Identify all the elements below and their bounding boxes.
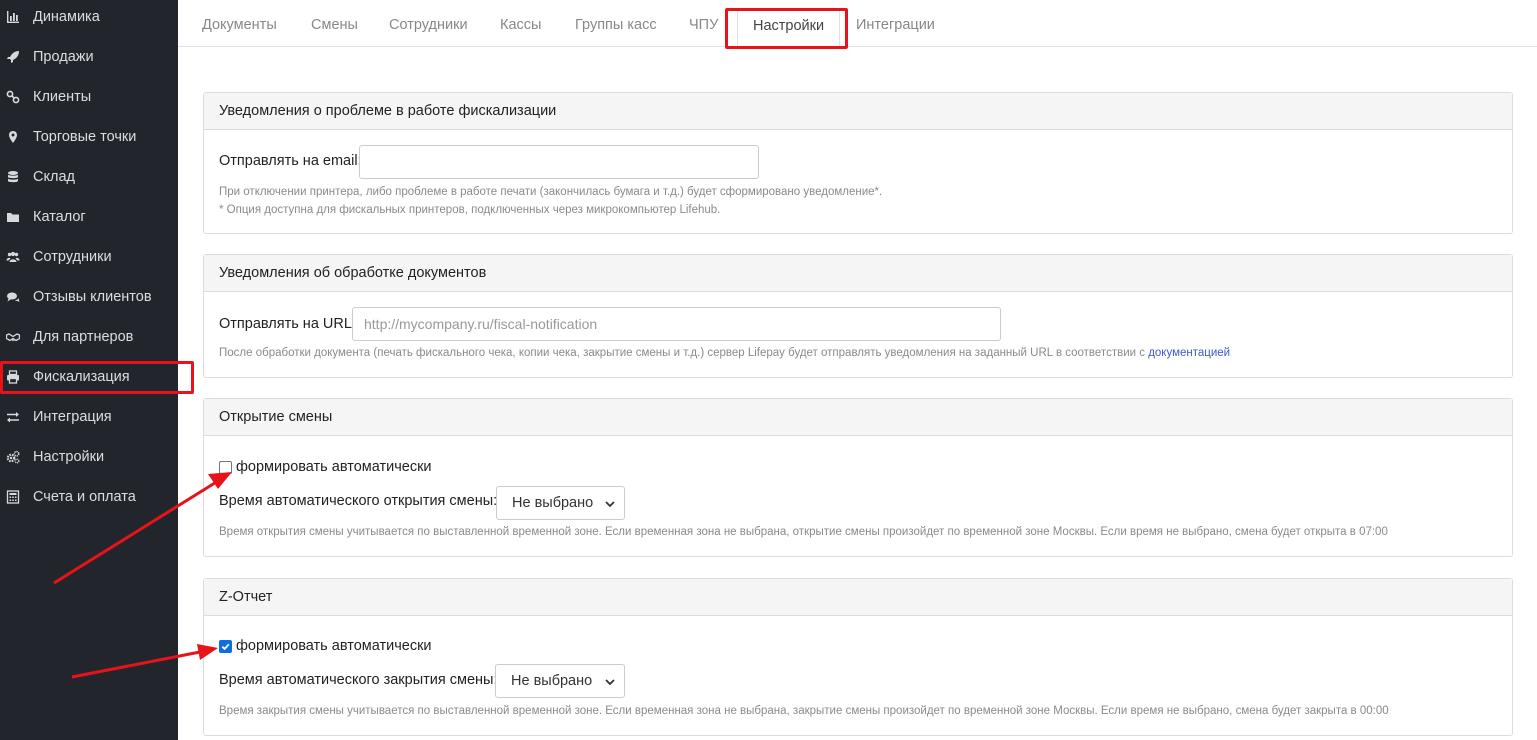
sidebar: Динамика Продажи Клиенты Торговые точки … xyxy=(0,0,178,740)
close-time-value: Не выбрано xyxy=(511,673,593,689)
database-icon xyxy=(6,170,20,184)
sidebar-item-integration[interactable]: Интеграция xyxy=(0,397,178,437)
gears-icon xyxy=(6,450,20,464)
open-time-select[interactable]: Не выбрано xyxy=(496,486,625,520)
checkmark-icon xyxy=(221,643,230,650)
url-field[interactable] xyxy=(352,307,1001,341)
folder-icon xyxy=(6,210,20,224)
close-time-label: Время автоматического закрытия смены: xyxy=(219,672,498,688)
sidebar-item-sales[interactable]: Продажи xyxy=(0,37,178,77)
sidebar-item-catalog[interactable]: Каталог xyxy=(0,197,178,237)
documentation-link[interactable]: документацией xyxy=(1148,347,1230,359)
card-title: Уведомления о проблеме в работе фискализ… xyxy=(204,93,1512,130)
shift-open-card: Открытие смены формировать автоматически… xyxy=(203,398,1513,557)
printer-icon xyxy=(6,370,20,384)
z-report-card: Z-Отчет формировать автоматически Время … xyxy=(203,578,1513,736)
auto-open-checkbox-row[interactable]: формировать автоматически xyxy=(219,459,432,475)
tab-documents[interactable]: Документы xyxy=(202,17,277,33)
main-content: Документы Смены Сотрудники Кассы Группы … xyxy=(178,0,1537,740)
close-time-help: Время закрытия смены учитывается по выст… xyxy=(219,705,1389,717)
rocket-icon xyxy=(6,50,20,64)
link-icon xyxy=(6,90,20,104)
sidebar-item-partners[interactable]: Для партнеров xyxy=(0,317,178,357)
sidebar-item-fiscalization[interactable]: Фискализация xyxy=(0,357,178,397)
tab-bar: Документы Смены Сотрудники Кассы Группы … xyxy=(178,0,1537,47)
open-time-help: Время открытия смены учитывается по выст… xyxy=(219,526,1388,538)
sidebar-item-label: Продажи xyxy=(33,49,94,65)
email-help-text: При отключении принтера, либо проблеме в… xyxy=(219,186,883,198)
url-label: Отправлять на URL: xyxy=(219,316,356,332)
card-title: Открытие смены xyxy=(204,399,1512,436)
email-help-note: * Опция доступна для фискальных принтеро… xyxy=(219,204,721,216)
handshake-icon xyxy=(6,330,20,344)
sidebar-item-label: Склад xyxy=(33,169,75,185)
sidebar-item-label: Клиенты xyxy=(33,89,92,105)
close-time-select[interactable]: Не выбрано xyxy=(495,664,625,698)
sidebar-item-label: Интеграция xyxy=(33,409,112,425)
map-pin-icon xyxy=(6,130,20,144)
tab-chpu[interactable]: ЧПУ xyxy=(689,17,718,33)
tab-shifts[interactable]: Смены xyxy=(311,17,358,33)
tab-settings[interactable]: Настройки xyxy=(737,10,841,47)
doc-processing-card: Уведомления об обработке документов Отпр… xyxy=(203,254,1513,378)
url-help-text: После обработки документа (печать фискал… xyxy=(219,344,1230,363)
comments-icon xyxy=(6,290,20,304)
tab-employees[interactable]: Сотрудники xyxy=(389,17,468,33)
sidebar-item-label: Каталог xyxy=(33,209,86,225)
sidebar-item-clients[interactable]: Клиенты xyxy=(0,77,178,117)
bar-chart-icon xyxy=(6,10,20,24)
users-icon xyxy=(6,250,20,264)
exchange-icon xyxy=(6,410,20,424)
sidebar-item-employees[interactable]: Сотрудники xyxy=(0,237,178,277)
sidebar-item-label: Отзывы клиентов xyxy=(33,289,152,305)
card-title: Z-Отчет xyxy=(204,579,1512,616)
auto-open-checkbox[interactable] xyxy=(219,460,232,474)
open-time-label: Время автоматического открытия смены: xyxy=(219,493,498,509)
tab-integrations[interactable]: Интеграции xyxy=(856,17,935,33)
sidebar-item-billing[interactable]: Счета и оплата xyxy=(0,477,178,517)
sidebar-item-label: Торговые точки xyxy=(33,129,137,145)
sidebar-item-label: Фискализация xyxy=(33,369,130,385)
sidebar-item-outlets[interactable]: Торговые точки xyxy=(0,117,178,157)
auto-close-checkbox-row[interactable]: формировать автоматически xyxy=(219,638,432,654)
email-field[interactable] xyxy=(359,145,759,179)
checkbox-label: формировать автоматически xyxy=(236,459,432,475)
email-label: Отправлять на email: xyxy=(219,153,362,169)
sidebar-item-label: Сотрудники xyxy=(33,249,112,265)
sidebar-item-dynamics[interactable]: Динамика xyxy=(0,0,178,37)
chevron-down-icon xyxy=(605,501,615,508)
fiscal-problem-card: Уведомления о проблеме в работе фискализ… xyxy=(203,92,1513,234)
url-help-body: После обработки документа (печать фискал… xyxy=(219,347,1145,359)
calculator-icon xyxy=(6,490,20,504)
sidebar-item-label: Для партнеров xyxy=(33,329,134,345)
sidebar-item-settings[interactable]: Настройки xyxy=(0,437,178,477)
checkbox-label: формировать автоматически xyxy=(236,638,432,654)
auto-close-checkbox[interactable] xyxy=(219,639,232,653)
open-time-value: Не выбрано xyxy=(512,495,594,511)
sidebar-item-label: Счета и оплата xyxy=(33,489,136,505)
card-title: Уведомления об обработке документов xyxy=(204,255,1512,292)
chevron-down-icon xyxy=(605,679,615,686)
tab-register-groups[interactable]: Группы касс xyxy=(575,17,657,33)
sidebar-item-label: Динамика xyxy=(33,9,100,25)
sidebar-item-label: Настройки xyxy=(33,449,105,465)
sidebar-item-warehouse[interactable]: Склад xyxy=(0,157,178,197)
sidebar-item-reviews[interactable]: Отзывы клиентов xyxy=(0,277,178,317)
tab-cash-registers[interactable]: Кассы xyxy=(500,17,541,33)
